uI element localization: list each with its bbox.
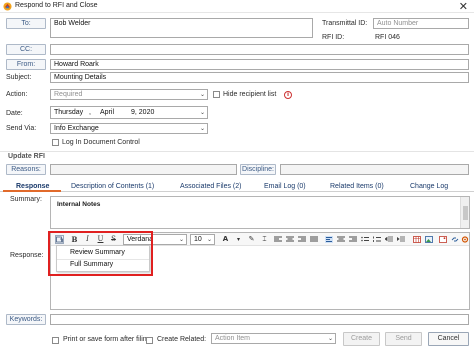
to-value: Bob Welder bbox=[54, 20, 91, 27]
chevron-down-icon: ⌄ bbox=[199, 125, 205, 132]
from-button[interactable]: From: bbox=[6, 59, 46, 70]
cc-field[interactable] bbox=[50, 44, 469, 55]
from-field[interactable]: Howard Roark bbox=[50, 59, 469, 70]
section-divider bbox=[0, 151, 474, 152]
chevron-down-icon: ⌄ bbox=[199, 91, 205, 98]
subject-value: Mounting Details bbox=[54, 74, 107, 81]
action-select[interactable]: Required ⌄ bbox=[50, 89, 208, 100]
rfi-id-value: RFI 046 bbox=[375, 34, 400, 41]
text-color-dropdown-icon[interactable]: ▾ bbox=[234, 235, 243, 244]
tab-related-items[interactable]: Related Items (0) bbox=[330, 181, 384, 192]
reasons-button[interactable]: Reasons: bbox=[6, 164, 46, 175]
justify-icon[interactable] bbox=[310, 236, 318, 243]
chevron-down-icon[interactable]: ⌄ bbox=[200, 107, 205, 118]
send-via-select[interactable]: Info Exchange ⌄ bbox=[50, 123, 208, 134]
insert-image-icon[interactable] bbox=[425, 236, 433, 243]
settings-gear-icon[interactable] bbox=[461, 236, 469, 243]
font-size-value: 10 bbox=[194, 236, 202, 243]
reasons-field[interactable] bbox=[50, 164, 237, 175]
date-picker[interactable]: Thursday , April 9, 2020 ⌄ bbox=[50, 106, 208, 119]
subject-field[interactable]: Mounting Details bbox=[50, 72, 469, 83]
info-icon[interactable]: i bbox=[284, 91, 292, 99]
tab-change-log[interactable]: Change Log bbox=[410, 181, 448, 192]
transmittal-id-label: Transmittal ID: bbox=[322, 20, 368, 27]
date-weekday: Thursday bbox=[54, 109, 84, 116]
summary-textarea[interactable]: Internal Notes bbox=[50, 196, 470, 229]
align-right-alt-icon[interactable] bbox=[349, 236, 357, 243]
summary-text: Internal Notes bbox=[57, 201, 101, 208]
subject-label: Subject: bbox=[6, 74, 32, 81]
action-value: Required bbox=[54, 91, 83, 98]
hide-recipient-label: Hide recipient list bbox=[223, 91, 277, 98]
from-value: Howard Roark bbox=[54, 61, 99, 68]
create-related-select[interactable]: Action Item ⌄ bbox=[211, 333, 336, 344]
discipline-field[interactable] bbox=[280, 164, 469, 175]
chevron-down-icon: ⌄ bbox=[178, 236, 184, 243]
transmittal-id-placeholder: Auto Number bbox=[377, 20, 419, 27]
align-left-active-icon[interactable] bbox=[325, 236, 333, 243]
tab-description-of-contents[interactable]: Description of Contents (1) bbox=[71, 181, 154, 192]
font-size-select[interactable]: 10 ⌄ bbox=[190, 234, 215, 245]
highlight-annotation-box bbox=[48, 231, 153, 276]
date-month: April bbox=[100, 109, 115, 116]
to-field[interactable]: Bob Welder bbox=[50, 18, 313, 38]
keywords-field[interactable] bbox=[50, 314, 469, 325]
action-label: Action: bbox=[6, 91, 28, 98]
summary-label: Summary: bbox=[10, 196, 42, 203]
log-document-checkbox[interactable] bbox=[52, 139, 59, 146]
bulleted-list-icon[interactable] bbox=[361, 236, 369, 243]
chevron-down-icon: ⌄ bbox=[327, 335, 333, 342]
create-related-value: Action Item bbox=[215, 335, 251, 342]
date-label: Date: bbox=[6, 110, 23, 117]
align-center-icon[interactable] bbox=[286, 236, 294, 243]
tab-bar: Response Description of Contents (1) Ass… bbox=[0, 181, 474, 192]
table-icon[interactable] bbox=[413, 236, 421, 243]
create-related-checkbox[interactable] bbox=[146, 337, 153, 344]
align-right-icon[interactable] bbox=[298, 236, 306, 243]
link-icon[interactable] bbox=[451, 236, 459, 243]
send-via-label: Send Via: bbox=[6, 125, 37, 132]
rfi-id-label: RFI ID: bbox=[322, 34, 345, 41]
close-icon[interactable]: ✕ bbox=[459, 0, 468, 13]
print-after-filing-checkbox[interactable] bbox=[52, 337, 59, 344]
window-title: Respond to RFI and Close bbox=[15, 2, 98, 9]
window-titlebar: Respond to RFI and Close ✕ bbox=[0, 0, 474, 13]
format-painter-icon[interactable]: ⌶ bbox=[260, 235, 269, 244]
update-rfi-title: Update RFI bbox=[8, 153, 45, 160]
keywords-button[interactable]: Keywords: bbox=[6, 314, 46, 325]
transmittal-id-field[interactable]: Auto Number bbox=[373, 18, 469, 29]
font-color-icon[interactable]: A bbox=[221, 235, 230, 244]
create-button[interactable]: Create bbox=[343, 332, 380, 346]
align-center-alt-icon[interactable] bbox=[337, 236, 345, 243]
outdent-icon[interactable] bbox=[385, 236, 393, 243]
cc-button[interactable]: CC: bbox=[6, 44, 46, 55]
send-via-value: Info Exchange bbox=[54, 125, 99, 132]
response-label: Response: bbox=[10, 252, 44, 259]
highlight-icon[interactable]: ✎ bbox=[247, 235, 256, 244]
image-icon[interactable] bbox=[439, 236, 447, 243]
indent-icon[interactable] bbox=[397, 236, 405, 243]
tab-email-log[interactable]: Email Log (0) bbox=[264, 181, 306, 192]
to-button[interactable]: To: bbox=[6, 18, 46, 29]
app-logo-icon bbox=[3, 2, 12, 11]
numbered-list-icon[interactable] bbox=[373, 236, 381, 243]
cancel-button[interactable]: Cancel bbox=[428, 332, 469, 346]
align-left-icon[interactable] bbox=[274, 236, 282, 243]
scrollbar-thumb[interactable] bbox=[463, 206, 468, 220]
log-document-label: Log In Document Control bbox=[62, 139, 140, 146]
send-button[interactable]: Send bbox=[385, 332, 422, 346]
summary-scrollbar[interactable] bbox=[460, 197, 469, 228]
discipline-button[interactable]: Discipline: bbox=[240, 164, 276, 175]
active-tab-indicator bbox=[3, 190, 61, 192]
tab-associated-files[interactable]: Associated Files (2) bbox=[180, 181, 241, 192]
date-separator: , bbox=[89, 109, 91, 116]
create-related-label: Create Related: bbox=[157, 336, 207, 343]
hide-recipient-checkbox[interactable] bbox=[213, 91, 220, 98]
print-after-filing-label: Print or save form after filing bbox=[63, 336, 151, 343]
date-day-year: 9, 2020 bbox=[131, 109, 155, 116]
chevron-down-icon: ⌄ bbox=[206, 236, 212, 243]
